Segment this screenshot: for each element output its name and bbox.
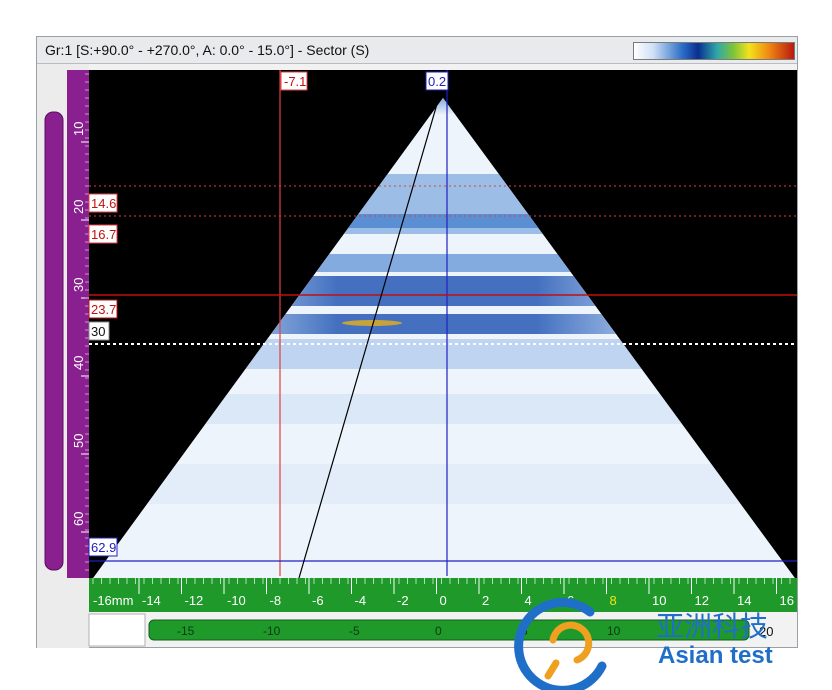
depth-tick-label: 50	[71, 434, 86, 448]
ref-x-label-box: -7.1	[280, 71, 308, 91]
ruler-tick-label: -10	[227, 593, 246, 608]
lower-tick-label: -10	[263, 624, 281, 638]
depth-tick-label: 20	[71, 200, 86, 214]
ruler-tick-label: -6	[312, 593, 324, 608]
depth-label: 14.6	[91, 196, 116, 211]
ruler-tick-label: 0	[440, 593, 447, 608]
window-title: Gr:1 [S:+90.0° - +270.0°, A: 0.0° - 15.0…	[45, 42, 370, 58]
color-palette[interactable]	[633, 42, 795, 60]
meas-x-label-box: 0.2	[425, 71, 449, 91]
depth-tick-label: 10	[71, 122, 86, 136]
ruler-tick-label: 16	[780, 593, 794, 608]
depth-tick-label: 60	[71, 512, 86, 526]
ruler-tick-label: 10	[652, 593, 666, 608]
lower-tick-label: 5	[521, 624, 528, 638]
sector-scan-window: Gr:1 [S:+90.0° - +270.0°, A: 0.0° - 15.0…	[36, 36, 798, 648]
ruler-corner	[88, 613, 146, 647]
lower-tick-label: -5	[349, 624, 360, 638]
depth-label-4-box: 62.9	[88, 537, 118, 557]
depth-label-2-box: 23.7	[88, 299, 118, 319]
depth-label: 62.9	[91, 540, 116, 555]
lower-tick-label: 10	[607, 624, 621, 638]
lower-tick-label: 0	[435, 624, 442, 638]
depth-tick-label: 40	[71, 356, 86, 370]
depth-label: 30	[91, 324, 105, 339]
depth-label: 16.7	[91, 227, 116, 242]
horizontal-scrollbar[interactable]	[148, 619, 750, 641]
ruler-tick-label: -8	[270, 593, 282, 608]
depth-label-3-box: 30	[88, 321, 110, 341]
ruler-unit-label: -16mm	[93, 593, 133, 608]
ruler-tick-label: -4	[355, 593, 367, 608]
ruler-tick-label: 4	[525, 593, 532, 608]
ruler-tick-label: -2	[397, 593, 409, 608]
ruler-tick-label: 6	[567, 593, 574, 608]
title-bar: Gr:1 [S:+90.0° - +270.0°, A: 0.0° - 15.0…	[37, 37, 797, 64]
depth-label: 23.7	[91, 302, 116, 317]
ruler-tick-label: 8	[610, 593, 617, 608]
depth-label-0-box: 14.6	[88, 193, 118, 213]
sector-view: 10 20 30 40 50 60 -7.1 0.2 14.6 16.7 23.…	[37, 64, 797, 648]
ruler-tick-label: 12	[695, 593, 709, 608]
depth-scrollbar[interactable]	[44, 111, 64, 571]
ruler-tick-label: 14	[737, 593, 751, 608]
ruler-tick-label: -12	[185, 593, 204, 608]
lower-ruler-end-value: 20	[759, 624, 773, 639]
lower-tick-label: -15	[177, 624, 195, 638]
ruler-tick-label: 2	[482, 593, 489, 608]
ref-x-label: -7.1	[284, 74, 306, 89]
depth-tick-label: 30	[71, 278, 86, 292]
ruler-tick-label: -14	[142, 593, 161, 608]
meas-x-label: 0.2	[428, 74, 446, 89]
depth-label-1-box: 16.7	[88, 224, 118, 244]
